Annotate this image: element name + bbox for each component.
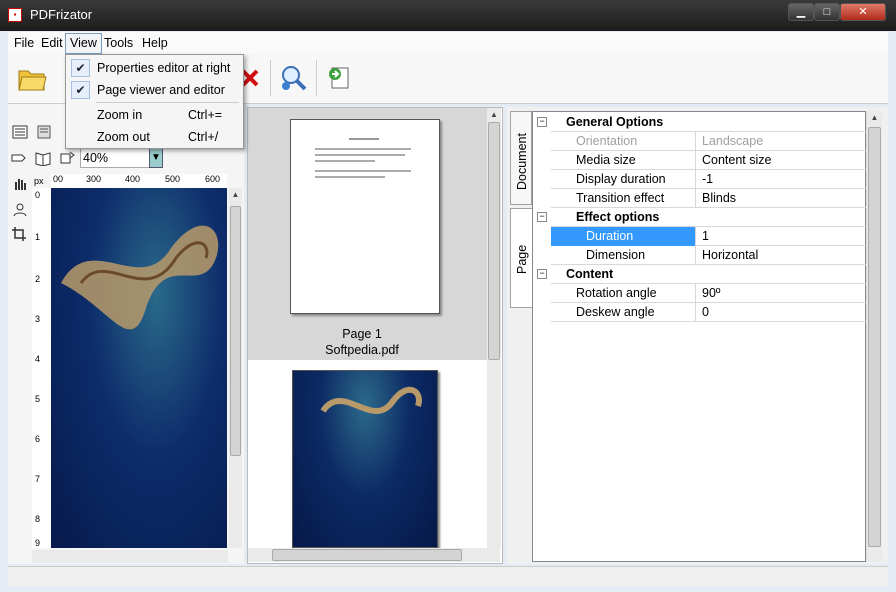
menu-separator [96,102,239,103]
toolbar-separator [316,60,317,96]
check-icon: ✔ [71,59,90,77]
property-row[interactable]: Rotation angle 90º [533,284,867,303]
page-thumbnail-2[interactable] [292,370,438,548]
scroll-up-arrow[interactable]: ▲ [487,108,501,122]
thumbnail-caption: Page 1 Softpedia.pdf [248,326,476,358]
select-tool-icon[interactable] [11,202,29,218]
left-vertical-scrollbar[interactable]: ▲ [229,188,242,548]
category-content[interactable]: − Content [533,265,867,284]
crop-left-icon[interactable] [9,150,27,166]
page-artwork [61,225,219,330]
menu-item-properties-editor[interactable]: ✔ Properties editor at right [68,57,241,79]
menu-tools[interactable]: Tools [100,35,137,52]
close-button[interactable]: ✕ [840,3,886,21]
scroll-thumb[interactable] [868,127,881,547]
page-label: Page 1 [342,327,382,341]
scroll-thumb[interactable] [230,206,241,456]
open-folder-icon[interactable] [16,62,48,94]
file-name: Softpedia.pdf [325,343,399,357]
menu-edit[interactable]: Edit [37,35,67,52]
book-icon[interactable] [34,150,52,166]
chevron-down-icon[interactable]: ▼ [149,148,163,168]
tab-page[interactable]: Page [510,208,532,308]
window-title: PDFrizator [30,7,93,22]
scroll-up-arrow[interactable]: ▲ [867,111,882,125]
collapse-icon[interactable]: − [537,117,547,127]
property-row[interactable]: Media size Content size [533,151,867,170]
thumb-text-line [315,176,385,178]
property-grid: − General Options Orientation Landscape … [532,111,867,562]
menu-help[interactable]: Help [138,35,172,52]
ruler-unit: px [34,176,44,186]
category-effect-options[interactable]: − Effect options [533,208,867,227]
scroll-thumb[interactable] [488,122,500,360]
property-row[interactable]: Deskew angle 0 [533,303,867,322]
collapse-icon[interactable]: − [537,212,547,222]
thumb-text-line [315,154,405,156]
menu-bar: File Edit View Tools Help [8,32,888,54]
check-icon: ✔ [71,81,90,99]
menu-item-zoom-out[interactable]: Zoom out Ctrl+/ [68,126,241,148]
maximize-button[interactable]: □ [814,3,840,21]
status-bar [8,566,888,586]
tab-document[interactable]: Document [510,111,532,205]
category-general-options[interactable]: − General Options [533,113,867,132]
thumbnails-horizontal-scrollbar[interactable] [248,548,500,562]
ruler-top: 00 300 400 500 600 [51,174,227,188]
property-row[interactable]: Transition effect Blinds [533,189,867,208]
thumb-text-line [315,170,411,172]
title-bar: ▪ PDFrizator ▁ □ ✕ [0,0,896,31]
export-icon[interactable] [322,62,354,94]
menu-view[interactable]: View [65,33,102,54]
ruler-left: 0 1 2 3 4 5 6 7 8 9 [32,188,51,548]
hand-tool-icon[interactable] [11,176,29,192]
collapse-icon[interactable]: − [537,269,547,279]
crop-tool-icon[interactable] [11,226,29,242]
thumb-artwork [320,386,422,414]
menu-file[interactable]: File [10,35,38,52]
menu-item-zoom-in[interactable]: Zoom in Ctrl+= [68,104,241,126]
grid-view-icon[interactable] [11,124,29,140]
thumb-text-line [315,148,411,150]
view-menu-dropdown: ✔ Properties editor at right ✔ Page view… [65,54,244,149]
thumbnails-vertical-scrollbar[interactable]: ▲ [487,108,501,548]
thumb-text-line [315,160,375,162]
property-row[interactable]: Orientation Landscape [533,132,867,151]
properties-vertical-scrollbar[interactable]: ▲ [866,111,882,562]
scroll-up-arrow[interactable]: ▲ [229,188,242,202]
page-view-icon[interactable] [35,124,53,140]
page-thumbnail-1[interactable] [290,119,440,314]
page-preview[interactable] [51,188,227,548]
zoom-search-icon[interactable] [278,62,310,94]
pdf-app-icon: ▪ [8,8,22,22]
menu-item-page-viewer[interactable]: ✔ Page viewer and editor [68,79,241,101]
rotate-icon[interactable] [58,150,76,166]
property-row-selected[interactable]: Duration 1 [533,227,867,246]
property-row[interactable]: Display duration -1 [533,170,867,189]
left-horizontal-scrollbar[interactable] [32,550,228,563]
toolbar-separator [270,60,271,96]
scroll-thumb[interactable] [272,549,462,561]
thumb-text-line [349,138,379,140]
property-row[interactable]: Dimension Horizontal [533,246,867,265]
minimize-button[interactable]: ▁ [788,3,814,21]
